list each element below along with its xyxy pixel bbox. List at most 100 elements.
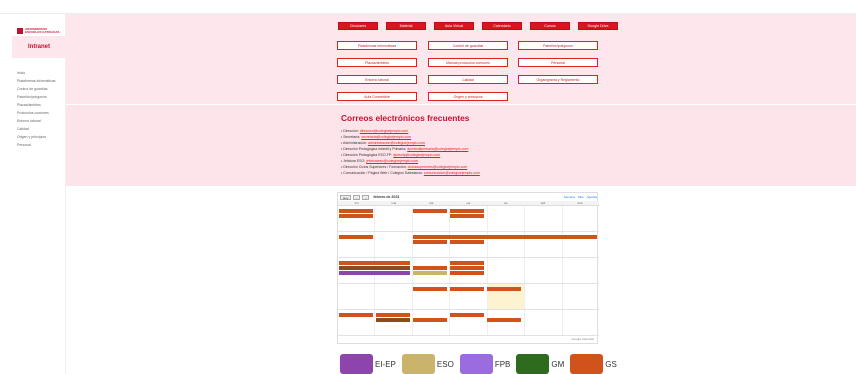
calendar-widget: Hoy ‹ › febrero de 2023 Semana Mes Agend… [337,192,599,344]
link-button[interactable]: Origen y principios [428,92,508,101]
calendar-event[interactable] [450,266,484,270]
calendar-event[interactable] [413,318,447,322]
legend-item: FPB [459,354,511,374]
legend-label: GM [551,359,565,369]
calendar-event[interactable] [413,271,447,275]
calendar-month: febrero de 2023 [373,195,400,199]
sidebar-item[interactable]: Pabellón/polígonos [17,93,65,101]
sidebar-item[interactable]: Origen y principios [17,133,65,141]
link-button[interactable]: Control de guardias [428,41,508,50]
legend-item: EI-EP [340,354,396,374]
nav-button[interactable]: Aula Virtual [434,22,474,30]
calendar-grid: ··· [338,206,599,337]
calendar-toolbar: Hoy ‹ › febrero de 2023 Semana Mes Agend… [338,193,599,201]
email-link[interactable]: comunicacion@colegioejemplo.com [424,171,480,175]
link-button[interactable]: Entorno laboral [337,75,417,84]
view-tab[interactable]: Semana [564,195,575,199]
next-month-button[interactable]: › [362,194,370,200]
email-link[interactable]: direccion@colegioejemplo.com [360,129,409,133]
calendar-footer[interactable]: Google Calendar [571,337,594,341]
sidebar-item[interactable]: Protocolos comunes [17,109,65,117]
email-link[interactable]: secretaria@colegioejemplo.com [361,135,411,139]
legend-item: GM [516,354,564,374]
top-bar [0,0,856,14]
calendar-event[interactable] [339,214,373,218]
legend-label: FPB [494,359,511,369]
calendar-event[interactable] [450,240,484,244]
calendar-event[interactable] [376,313,410,317]
calendar-event[interactable] [339,235,373,239]
sidebar-item[interactable]: Control de guardias [17,85,65,93]
legend-label: EI-EP [375,359,396,369]
calendar-event[interactable] [450,271,484,275]
legend: EI-EP ESO FPB GM GS [340,354,617,374]
link-button[interactable]: Aula Convertible [337,92,417,101]
calendar-event[interactable] [376,235,410,239]
today-button[interactable]: Hoy [340,194,352,200]
link-button[interactable]: Plazas/ámbitos [337,58,417,67]
link-button[interactable]: Manual protocolos comunes [428,58,508,67]
sidebar: ARZOBISPADO ESCUELAS CATÓLICAS Intranet … [12,14,66,374]
emails-list: • Dirección: direccion@colegioejemplo.co… [341,128,631,176]
calendar-event[interactable] [339,266,410,270]
link-button[interactable]: Personal [518,58,598,67]
email-link[interactable]: dpinfantilprimaria@colegioejemplo.com [407,147,468,151]
calendar-event[interactable] [339,261,410,265]
calendar-event[interactable] [413,266,447,270]
link-button[interactable]: Pabellón/polígonos [518,41,598,50]
nav-button[interactable]: Material [386,22,426,30]
calendar-event[interactable] [450,209,484,213]
sidebar-item[interactable]: Plazas/ámbitos [17,101,65,109]
legend-swatch [570,354,604,374]
legend-swatch [401,354,435,374]
legend-item: ESO [401,354,454,374]
calendar-event[interactable] [339,209,373,213]
link-button[interactable]: Organigrama y Reglamento [518,75,598,84]
calendar-event[interactable] [376,318,410,322]
legend-label: ESO [436,359,454,369]
sidebar-item[interactable]: Personal [17,141,65,149]
list-item: • Comunicación / Página Web / Colegios S… [341,171,480,175]
calendar-event[interactable] [413,209,447,213]
calendar-event[interactable] [413,240,447,244]
calendar-event[interactable] [339,271,410,275]
event-note: ··· [340,219,343,222]
calendar-event[interactable] [450,313,484,317]
view-tab[interactable]: Agenda [587,195,597,199]
legend-swatch [516,354,550,374]
nav-button[interactable]: Google Drive [578,22,618,30]
sidebar-item[interactable]: Plataformas informáticas [17,77,65,85]
email-link[interactable]: dpesofp@colegioejemplo.com [393,153,440,157]
calendar-event[interactable] [450,287,484,291]
brand-mark-icon [17,28,23,34]
link-button[interactable]: Plataformas informáticas [337,41,417,50]
prev-month-button[interactable]: ‹ [353,194,361,200]
email-link[interactable]: ciclossuperiores@colegioejemplo.com [408,165,468,169]
legend-swatch [459,354,493,374]
legend-swatch [340,354,373,374]
sidebar-item[interactable]: Calidad [17,125,65,133]
view-tab[interactable]: Mes [578,195,584,199]
top-nav: Circulares Material Aula Virtual Calenda… [338,22,618,32]
calendar-event[interactable] [450,214,484,218]
calendar-event[interactable] [487,287,521,291]
calendar-event[interactable] [450,261,484,265]
sidebar-item[interactable]: Inicio [17,69,65,77]
intranet-title: Intranet [12,36,66,58]
link-button[interactable]: Calidad [428,75,508,84]
nav-button[interactable]: Cursos [530,22,570,30]
nav-button[interactable]: Circulares [338,22,378,30]
email-link[interactable]: jefaturaeso@colegioejemplo.com [366,159,418,163]
emails-title: Correos electrónicos frecuentes [341,113,470,123]
calendar-event[interactable] [413,235,597,239]
legend-item: GS [570,354,617,374]
email-link[interactable]: administracion@colegioejemplo.com [368,141,425,145]
nav-button[interactable]: Calendario [482,22,522,30]
calendar-event[interactable] [339,313,373,317]
calendar-event[interactable] [376,209,410,213]
view-switch: Semana Mes Agenda [564,195,597,199]
brand-text: ARZOBISPADO ESCUELAS CATÓLICAS [25,26,60,34]
calendar-event[interactable] [487,318,521,322]
calendar-event[interactable] [413,287,447,291]
sidebar-item[interactable]: Entorno laboral [17,117,65,125]
